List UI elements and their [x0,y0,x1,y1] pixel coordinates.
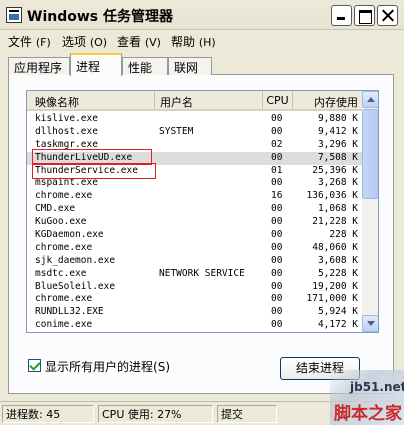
menu-help[interactable]: 帮助 (H) [171,33,216,50]
table-row[interactable]: msdtc.exe NETWORK SERVICE 00 5,228 K [27,268,362,281]
table-row[interactable]: chrome.exe 16 136,036 K [27,190,362,203]
watermark-name: 脚本之家 [334,404,402,424]
process-name: chrome.exe [35,293,93,305]
table-row[interactable]: chrome.exe 00 171,000 K [27,293,362,306]
table-row[interactable]: BlueSoleil.exe 00 19,200 K [27,281,362,294]
process-memory: 5,228 K [317,267,358,279]
process-name: conime.exe [35,319,93,331]
status-process-count: 进程数: 45 [2,405,94,423]
process-list[interactable]: 映像名称 用户名 CPU 内存使用 kislive.exe 00 9,880 K d… [26,90,379,333]
window-title: Windows 任务管理器 [27,9,173,25]
process-name: dllhost.exe [35,125,98,137]
process-name: mspaint.exe [35,177,98,189]
process-memory: 5,924 K [317,306,358,318]
process-memory: 1,068 K [317,203,358,215]
scroll-down-arrow-icon[interactable] [362,315,378,332]
process-name: chrome.exe [35,241,93,253]
status-cpu-usage: CPU 使用: 27% [98,405,213,423]
minimize-button[interactable] [331,5,352,26]
process-cpu: 00 [271,177,283,189]
table-row[interactable]: sjk_daemon.exe 00 3,608 K [27,255,362,268]
process-memory: 9,880 K [317,113,358,124]
table-row[interactable]: kislive.exe 00 9,880 K [27,113,362,126]
process-cpu: 00 [271,254,283,266]
header-user-name[interactable]: 用户名 [155,91,263,109]
title-bar[interactable]: Windows 任务管理器 [0,0,404,30]
process-memory: 9,412 K [317,125,358,137]
menu-view[interactable]: 查看 (V) [117,33,161,50]
process-name: CMD.exe [35,203,76,215]
process-rows: kislive.exe 00 9,880 K dllhost.exe SYSTEM 00… [27,113,362,332]
process-cpu: 00 [271,241,283,253]
process-memory: 48,060 K [312,241,358,253]
task-manager-window: Windows 任务管理器 文件 (F) 选项 (O) 查看 (V) 帮助 (H… [0,0,404,425]
tab-applications[interactable]: 应用程序 [8,57,70,75]
table-row[interactable]: KuGoo.exe 00 21,228 K [27,216,362,229]
process-memory: 4,172 K [317,319,358,331]
menu-file[interactable]: 文件 (F) [8,33,51,50]
red-highlight-thunderservice [32,163,156,179]
task-manager-icon [6,7,22,23]
process-memory: 228 K [329,229,358,241]
process-cpu: 00 [271,280,283,292]
process-name: chrome.exe [35,190,93,202]
process-memory: 19,200 K [312,280,358,292]
process-user: SYSTEM [159,125,194,137]
tab-networking[interactable]: 联网 [168,57,212,75]
watermark-site: jb51.net [350,380,404,394]
tab-processes[interactable]: 进程 [70,53,122,76]
process-cpu: 00 [271,267,283,279]
header-cpu[interactable]: CPU [263,91,293,109]
process-memory: 21,228 K [312,216,358,228]
menu-options[interactable]: 选项 (O) [62,33,107,50]
process-cpu: 00 [271,216,283,228]
column-headers: 映像名称 用户名 CPU 内存使用 [27,91,362,111]
process-cpu: 00 [271,319,283,331]
process-name: kislive.exe [35,113,98,124]
show-all-users-label: 显示所有用户的进程(S) [45,360,170,374]
process-name: msdtc.exe [35,267,87,279]
scroll-up-arrow-icon[interactable] [362,91,378,108]
process-name: KuGoo.exe [35,216,87,228]
process-cpu: 00 [271,203,283,215]
scrollbar-thumb[interactable] [362,109,378,199]
table-row[interactable]: RUNDLL32.EXE 00 5,924 K [27,306,362,319]
table-row[interactable]: CMD.exe 00 1,068 K [27,203,362,216]
process-cpu: 00 [271,306,283,318]
process-memory: 25,396 K [312,164,358,176]
vertical-scrollbar[interactable] [362,91,378,332]
menu-bar: 文件 (F) 选项 (O) 查看 (V) 帮助 (H) [0,31,404,49]
process-name: BlueSoleil.exe [35,280,116,292]
table-row[interactable]: dllhost.exe SYSTEM 00 9,412 K [27,126,362,139]
table-row[interactable]: KGDaemon.exe 00 228 K [27,229,362,242]
header-memory[interactable]: 内存使用 [293,91,362,109]
process-cpu: 00 [271,293,283,305]
process-name: RUNDLL32.EXE [35,306,104,318]
process-name: KGDaemon.exe [35,229,104,241]
maximize-button[interactable] [354,5,375,26]
process-cpu: 00 [271,125,283,137]
show-all-users-checkbox[interactable] [28,359,41,372]
process-cpu: 02 [271,138,283,150]
table-row[interactable]: mspaint.exe 00 3,268 K [27,177,362,190]
process-user: NETWORK SERVICE [159,267,245,279]
process-cpu: 00 [271,113,283,124]
process-memory: 7,508 K [317,151,358,163]
process-memory: 136,036 K [306,190,358,202]
process-memory: 171,000 K [306,293,358,305]
process-cpu: 00 [271,229,283,241]
header-image-name[interactable]: 映像名称 [27,91,155,109]
status-commit: 提交 [217,405,277,423]
process-memory: 3,268 K [317,177,358,189]
process-cpu: 16 [271,190,283,202]
close-button[interactable] [377,5,398,26]
process-cpu: 00 [271,151,283,163]
table-row[interactable]: conime.exe 00 4,172 K [27,319,362,332]
tab-performance[interactable]: 性能 [122,57,168,75]
process-name: sjk_daemon.exe [35,254,116,266]
table-row[interactable]: chrome.exe 00 48,060 K [27,242,362,255]
process-memory: 3,296 K [317,138,358,150]
process-memory: 3,608 K [317,254,358,266]
process-cpu: 01 [271,164,283,176]
